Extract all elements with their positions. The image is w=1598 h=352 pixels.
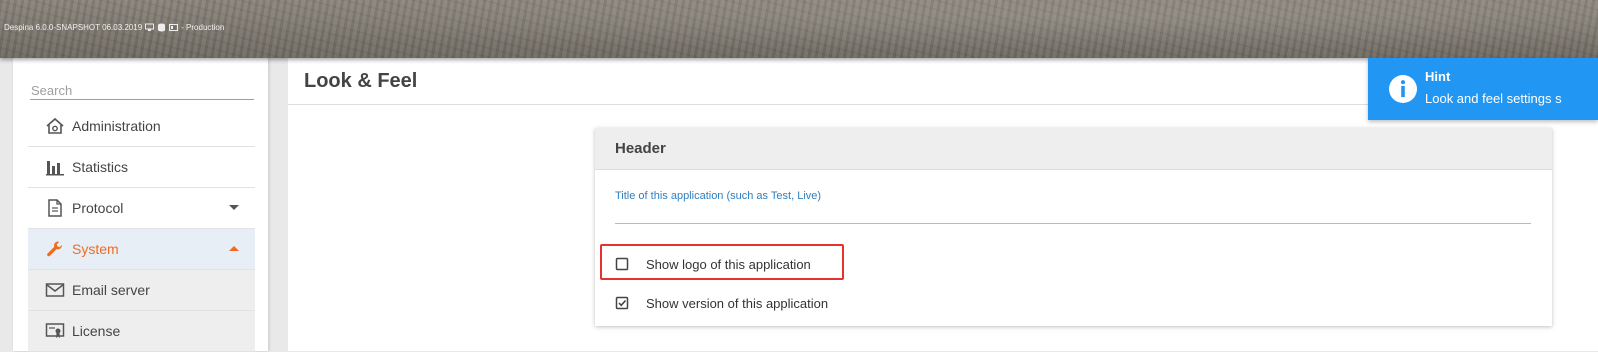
sidebar-item-label: Protocol — [72, 200, 124, 216]
page-title: Look & Feel — [304, 70, 418, 92]
sidebar-item-label: License — [72, 323, 121, 339]
hint-toast[interactable]: Hint Look and feel settings s — [1368, 58, 1598, 120]
chevron-up-icon[interactable] — [229, 246, 239, 251]
house-settings-icon — [44, 115, 66, 137]
version-text: Despina 6.0.0-SNAPSHOT 06.03.2019 — [4, 23, 143, 32]
wrench-icon — [44, 238, 66, 260]
sidebar-item-label: System — [72, 241, 119, 257]
top-banner: Despina 6.0.0-SNAPSHOT 06.03.2019 - Prod… — [0, 0, 1598, 58]
sidebar-item-email-server[interactable]: Email server — [28, 270, 255, 311]
database-icon — [157, 23, 166, 32]
info-icon — [1388, 74, 1418, 104]
sidebar-item-label: Statistics — [72, 159, 129, 175]
show-version-checkbox-row[interactable]: Show version of this application — [615, 293, 828, 313]
sidebar-item-license[interactable]: License — [28, 311, 255, 352]
bar-chart-icon — [44, 156, 66, 178]
sidebar-nav: Administration Statistics Protocol Syste… — [28, 106, 255, 352]
sidebar-item-label: Email server — [72, 282, 150, 298]
sidebar-item-system[interactable]: System — [28, 229, 255, 270]
hint-text: Look and feel settings s — [1425, 91, 1562, 106]
sidebar: Administration Statistics Protocol Syste… — [13, 58, 268, 352]
sidebar-item-administration[interactable]: Administration — [28, 106, 255, 147]
show-logo-label: Show logo of this application — [646, 256, 811, 272]
chevron-down-icon[interactable] — [229, 205, 239, 210]
app-title-input[interactable] — [615, 204, 1531, 224]
monitor-icon — [145, 23, 155, 32]
sidebar-item-label: Administration — [72, 118, 161, 134]
hint-title: Hint — [1425, 69, 1451, 84]
show-logo-checkbox-row[interactable]: Show logo of this application — [615, 254, 811, 274]
sidebar-item-statistics[interactable]: Statistics — [28, 147, 255, 188]
show-version-label: Show version of this application — [646, 295, 829, 311]
sidebar-item-protocol[interactable]: Protocol — [28, 188, 255, 229]
envelope-icon — [44, 279, 66, 301]
header-settings-card: Header Title of this application (such a… — [595, 128, 1552, 326]
search-input[interactable] — [30, 82, 254, 100]
app-title-label: Title of this application (such as Test,… — [615, 190, 822, 202]
id-card-icon — [169, 23, 179, 32]
environment-text: - Production — [181, 23, 225, 32]
version-info: Despina 6.0.0-SNAPSHOT 06.03.2019 - Prod… — [4, 23, 224, 32]
document-icon — [44, 197, 66, 219]
card-header: Header — [595, 128, 1552, 170]
checkbox-checked-icon[interactable] — [615, 296, 629, 310]
checkbox-unchecked-icon[interactable] — [615, 257, 629, 271]
certificate-icon — [44, 320, 66, 342]
